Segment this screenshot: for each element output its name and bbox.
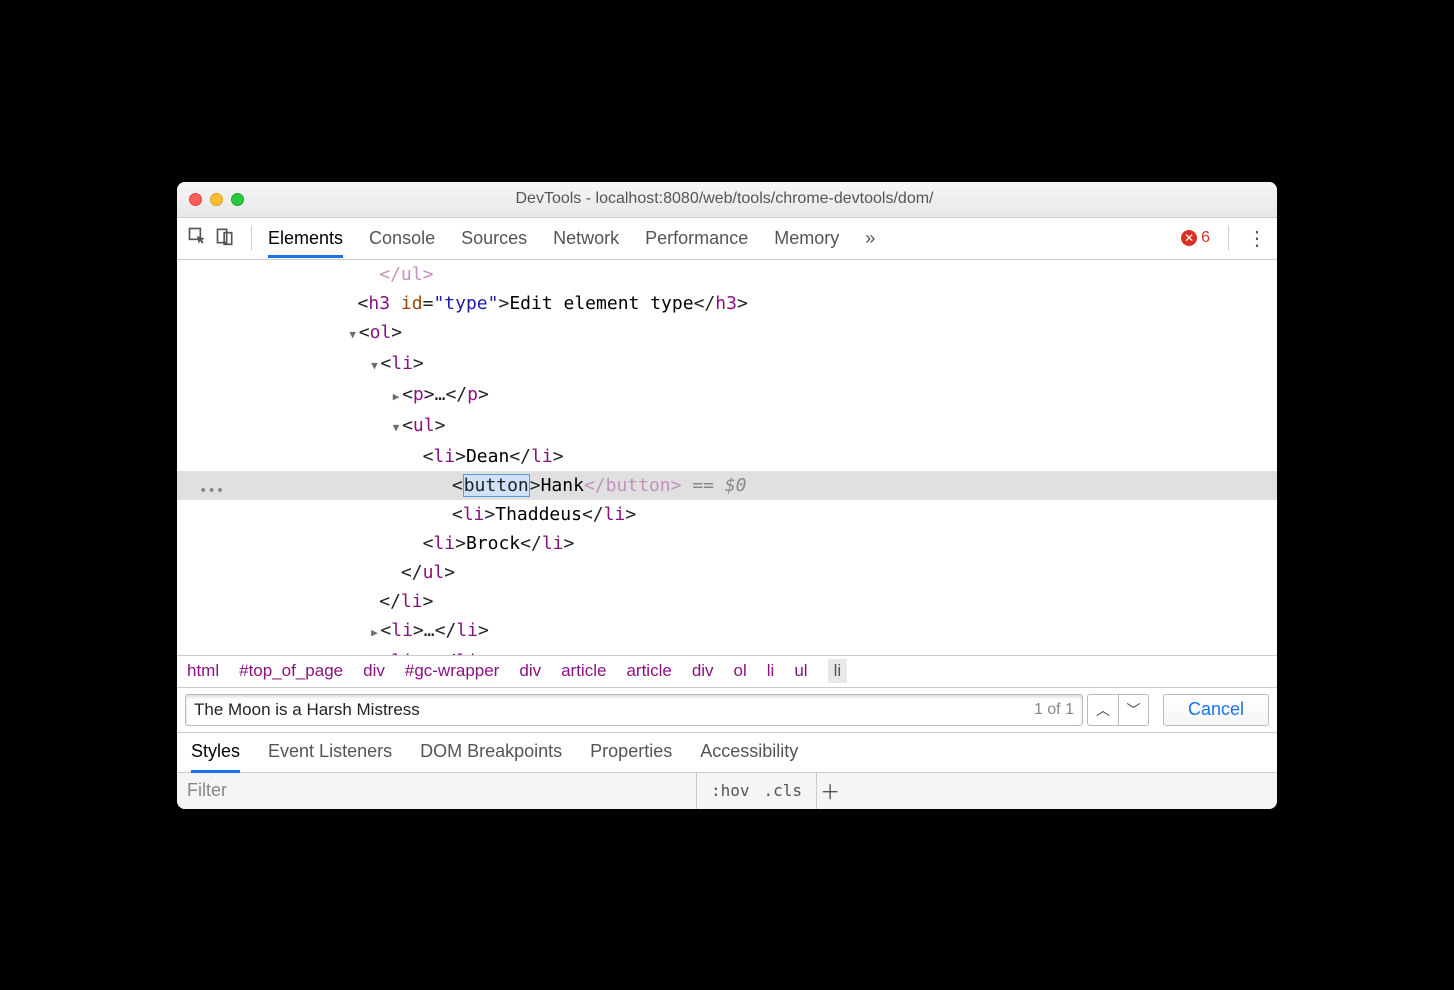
crumb-item[interactable]: #gc-wrapper: [405, 661, 500, 681]
inspect-element-icon[interactable]: [187, 226, 207, 251]
minimize-window-button[interactable]: [210, 193, 223, 206]
error-count-badge[interactable]: ✕ 6: [1181, 229, 1210, 247]
cls-toggle[interactable]: .cls: [764, 781, 803, 800]
tab-elements[interactable]: Elements: [268, 228, 343, 258]
crumb-item[interactable]: div: [363, 661, 385, 681]
close-window-button[interactable]: [189, 193, 202, 206]
dom-node[interactable]: ▼<ul>: [177, 411, 1277, 442]
traffic-lights: [189, 193, 244, 206]
new-style-rule-button[interactable]: ＋: [817, 773, 843, 809]
separator: [1228, 226, 1229, 250]
crumb-item[interactable]: article: [561, 661, 606, 681]
tab-memory[interactable]: Memory: [774, 228, 839, 249]
dom-node[interactable]: </li>: [177, 587, 1277, 616]
main-toolbar: Elements Console Sources Network Perform…: [177, 218, 1277, 260]
kebab-menu-icon[interactable]: ⋮: [1247, 226, 1267, 251]
error-icon: ✕: [1181, 230, 1197, 246]
dom-tree[interactable]: </ul> <h3 id="type">Edit element type</h…: [177, 260, 1277, 655]
zoom-window-button[interactable]: [231, 193, 244, 206]
dom-node[interactable]: ▼<ol>: [177, 318, 1277, 349]
search-bar: The Moon is a Harsh Mistress 1 of 1 ︿ ﹀ …: [177, 687, 1277, 732]
error-count: 6: [1201, 229, 1210, 247]
dom-node[interactable]: ▼<li>: [177, 349, 1277, 380]
dom-node-selected[interactable]: ••• <button>Hank</button> == $0: [177, 471, 1277, 500]
dom-node[interactable]: ▶<li>…</li>: [177, 616, 1277, 647]
dom-node[interactable]: ▶<li>…</li>: [177, 647, 1277, 655]
panel-tabs: Elements Console Sources Network Perform…: [268, 228, 1173, 249]
tab-styles[interactable]: Styles: [191, 741, 240, 773]
dom-node[interactable]: <li>Thaddeus</li>: [177, 500, 1277, 529]
styles-filter-input[interactable]: Filter: [177, 773, 697, 809]
dom-breadcrumb: html #top_of_page div #gc-wrapper div ar…: [177, 655, 1277, 687]
tab-performance[interactable]: Performance: [645, 228, 748, 249]
crumb-item-selected[interactable]: li: [828, 659, 848, 683]
crumb-item[interactable]: #top_of_page: [239, 661, 343, 681]
dom-node[interactable]: <li>Dean</li>: [177, 442, 1277, 471]
crumb-item[interactable]: li: [767, 661, 775, 681]
toggle-device-icon[interactable]: [215, 226, 235, 251]
crumb-item[interactable]: article: [626, 661, 671, 681]
search-stepper: ︿ ﹀: [1087, 694, 1149, 726]
devtools-window: DevTools - localhost:8080/web/tools/chro…: [177, 182, 1277, 809]
titlebar: DevTools - localhost:8080/web/tools/chro…: [177, 182, 1277, 218]
cancel-button[interactable]: Cancel: [1163, 694, 1269, 726]
dom-node[interactable]: </ul>: [177, 260, 1277, 289]
dom-node[interactable]: </ul>: [177, 558, 1277, 587]
crumb-item[interactable]: div: [519, 661, 541, 681]
crumb-item[interactable]: div: [692, 661, 714, 681]
tab-sources[interactable]: Sources: [461, 228, 527, 249]
tab-properties[interactable]: Properties: [590, 741, 672, 772]
search-next-button[interactable]: ﹀: [1118, 695, 1148, 725]
crumb-item[interactable]: ol: [734, 661, 747, 681]
separator: [251, 226, 252, 250]
crumb-item[interactable]: ul: [794, 661, 807, 681]
tab-console[interactable]: Console: [369, 228, 435, 249]
tab-dom-breakpoints[interactable]: DOM Breakpoints: [420, 741, 562, 772]
tab-accessibility[interactable]: Accessibility: [700, 741, 798, 772]
crumb-item[interactable]: html: [187, 661, 219, 681]
row-actions-icon[interactable]: •••: [195, 471, 224, 506]
search-value: The Moon is a Harsh Mistress: [194, 700, 1034, 720]
window-title: DevTools - localhost:8080/web/tools/chro…: [244, 190, 1265, 208]
search-input[interactable]: The Moon is a Harsh Mistress 1 of 1: [185, 694, 1083, 726]
dom-node[interactable]: ▶<p>…</p>: [177, 380, 1277, 411]
tabs-overflow-button[interactable]: »: [865, 228, 875, 249]
dom-node[interactable]: <h3 id="type">Edit element type</h3>: [177, 289, 1277, 318]
search-result-count: 1 of 1: [1034, 701, 1074, 719]
styles-toolbar: Filter :hov .cls ＋: [177, 773, 1277, 809]
filter-placeholder: Filter: [187, 780, 227, 801]
hov-toggle[interactable]: :hov: [711, 781, 750, 800]
tag-name-edit-input[interactable]: button: [463, 474, 530, 497]
tab-event-listeners[interactable]: Event Listeners: [268, 741, 392, 772]
sidebar-tabs: Styles Event Listeners DOM Breakpoints P…: [177, 732, 1277, 773]
dom-node[interactable]: <li>Brock</li>: [177, 529, 1277, 558]
search-prev-button[interactable]: ︿: [1088, 695, 1118, 725]
tab-network[interactable]: Network: [553, 228, 619, 249]
